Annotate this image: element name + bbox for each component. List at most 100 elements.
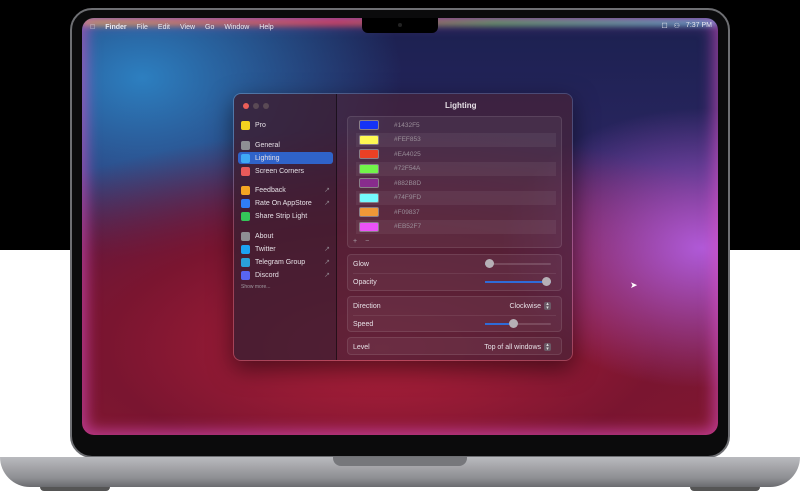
level-label: Level	[353, 343, 370, 351]
speed-row: Speed	[353, 315, 556, 333]
rate-on-appstore-icon	[241, 198, 250, 208]
clock[interactable]: 7:37 PM	[686, 22, 712, 30]
foot	[690, 487, 760, 491]
glow-label: Glow	[353, 260, 369, 268]
sidebar-item-telegram-group[interactable]: Telegram Group ↗	[238, 256, 333, 268]
color-hex: #EA4025	[394, 150, 421, 158]
sidebar-item-rate-on-appstore[interactable]: Rate On AppStore ↗	[238, 197, 333, 209]
settings-window: Show more... Pro General Lighting Screen Co…	[233, 93, 573, 361]
color-swatch[interactable]	[359, 134, 379, 145]
add-color-button[interactable]: +	[353, 238, 357, 245]
feedback-icon	[241, 185, 250, 195]
menu-edit[interactable]: Edit	[158, 24, 170, 31]
color-hex: #1432F5	[394, 121, 420, 129]
external-link-icon: ↗	[324, 200, 330, 207]
chevron-updown-icon: ▴ ▾	[544, 302, 551, 311]
sidebar-item-twitter[interactable]: Twitter ↗	[238, 243, 333, 255]
color-swatch[interactable]	[359, 120, 379, 130]
remove-color-button[interactable]: −	[365, 238, 369, 245]
menu-go[interactable]: Go	[205, 24, 214, 31]
external-link-icon: ↗	[324, 246, 330, 253]
direction-select[interactable]: Clockwise ▴ ▾	[509, 302, 551, 311]
opacity-row: Opacity	[353, 273, 556, 291]
color-swatch[interactable]	[359, 178, 379, 188]
general-icon	[241, 140, 250, 150]
main-pane: Lighting + − #1432F5 #FEF853 #EA4025 #72F54…	[337, 94, 572, 360]
color-row[interactable]: #EB52F7	[356, 219, 556, 234]
slider-knob[interactable]	[541, 277, 551, 286]
speed-label: Speed	[353, 320, 374, 328]
menu-file[interactable]: File	[137, 24, 148, 31]
slider-knob[interactable]	[508, 319, 518, 328]
color-row[interactable]: #EA4025	[356, 147, 556, 161]
camera-icon	[398, 23, 402, 27]
show-more-link[interactable]: Show more...	[241, 284, 270, 290]
direction-row: Direction Clockwise ▴ ▾	[353, 297, 556, 315]
color-swatch[interactable]	[359, 207, 379, 217]
user-icon[interactable]: ⚇	[674, 22, 680, 30]
sidebar-item-pro[interactable]: Pro	[238, 119, 333, 131]
direction-label: Direction	[353, 302, 381, 310]
sidebar-item-feedback[interactable]: Feedback ↗	[238, 184, 333, 196]
direction-speed-group: Direction Clockwise ▴ ▾ Speed	[347, 296, 562, 332]
telegram-group-icon	[241, 257, 250, 267]
minimize-button[interactable]	[253, 103, 259, 109]
sidebar-item-share-strip-light[interactable]: Share Strip Light	[238, 210, 333, 222]
sidebar-item-label: Lighting	[255, 154, 280, 162]
close-button[interactable]	[243, 103, 249, 109]
color-list: + − #1432F5 #FEF853 #EA4025 #72F54A #882B8D #…	[347, 116, 562, 248]
sidebar-item-label: Rate On AppStore	[255, 199, 312, 207]
color-swatch[interactable]	[359, 163, 379, 174]
foot	[40, 487, 110, 491]
color-row[interactable]: #72F54A	[356, 161, 556, 176]
color-swatch[interactable]	[359, 149, 379, 159]
pro-icon	[241, 120, 250, 130]
color-row[interactable]: #882B8D	[356, 176, 556, 190]
level-select[interactable]: Top of all windows ▴ ▾	[484, 343, 551, 352]
menu-window[interactable]: Window	[224, 24, 249, 31]
sidebar-item-discord[interactable]: Discord ↗	[238, 269, 333, 281]
color-row[interactable]: #FEF853	[356, 132, 556, 147]
sidebar-item-general[interactable]: General	[238, 139, 333, 151]
sidebar-item-lighting[interactable]: Lighting	[238, 152, 333, 164]
sidebar-item-label: Telegram Group	[255, 258, 306, 266]
laptop-base	[0, 457, 800, 487]
color-row[interactable]: #1432F5	[356, 118, 556, 132]
external-link-icon: ↗	[324, 259, 330, 266]
sidebar-item-label: Pro	[255, 121, 266, 129]
glow-slider[interactable]	[485, 259, 551, 268]
color-hex: #FEF853	[394, 136, 421, 143]
menu-view[interactable]: View	[180, 24, 195, 31]
opacity-slider[interactable]	[485, 277, 551, 286]
camera-notch	[362, 18, 438, 33]
mouse-cursor-icon: ➤	[630, 280, 638, 290]
sidebar-item-about[interactable]: About	[238, 230, 333, 242]
color-hex: #EB52F7	[394, 223, 422, 230]
speed-slider[interactable]	[485, 319, 551, 328]
window-title: Lighting	[445, 101, 477, 110]
sidebar-item-label: Twitter	[255, 245, 276, 253]
color-row[interactable]: #F09837	[356, 205, 556, 219]
apple-icon[interactable]: 	[90, 24, 95, 31]
sidebar-item-label: General	[255, 141, 280, 149]
color-hex: #74F9FD	[394, 194, 422, 201]
color-hex: #882B8D	[394, 179, 422, 187]
screen-corners-icon	[241, 166, 250, 176]
sidebar-item-label: Feedback	[255, 186, 286, 194]
zoom-button[interactable]	[263, 103, 269, 109]
color-swatch[interactable]	[359, 192, 379, 203]
window-icon[interactable]: ☐	[661, 22, 667, 30]
sidebar-item-screen-corners[interactable]: Screen Corners	[238, 165, 333, 177]
opacity-label: Opacity	[353, 278, 377, 286]
sidebar-item-label: About	[255, 232, 274, 240]
color-swatch[interactable]	[359, 221, 379, 232]
glow-row: Glow	[353, 255, 556, 273]
color-row[interactable]: #74F9FD	[356, 190, 556, 205]
menu-finder[interactable]: Finder	[105, 24, 126, 31]
menu-help[interactable]: Help	[259, 24, 273, 31]
slider-knob[interactable]	[485, 259, 495, 268]
level-row: Level Top of all windows ▴ ▾	[353, 338, 556, 356]
external-link-icon: ↗	[324, 272, 330, 279]
direction-value: Clockwise	[509, 302, 541, 310]
share-strip-light-icon	[241, 211, 250, 221]
